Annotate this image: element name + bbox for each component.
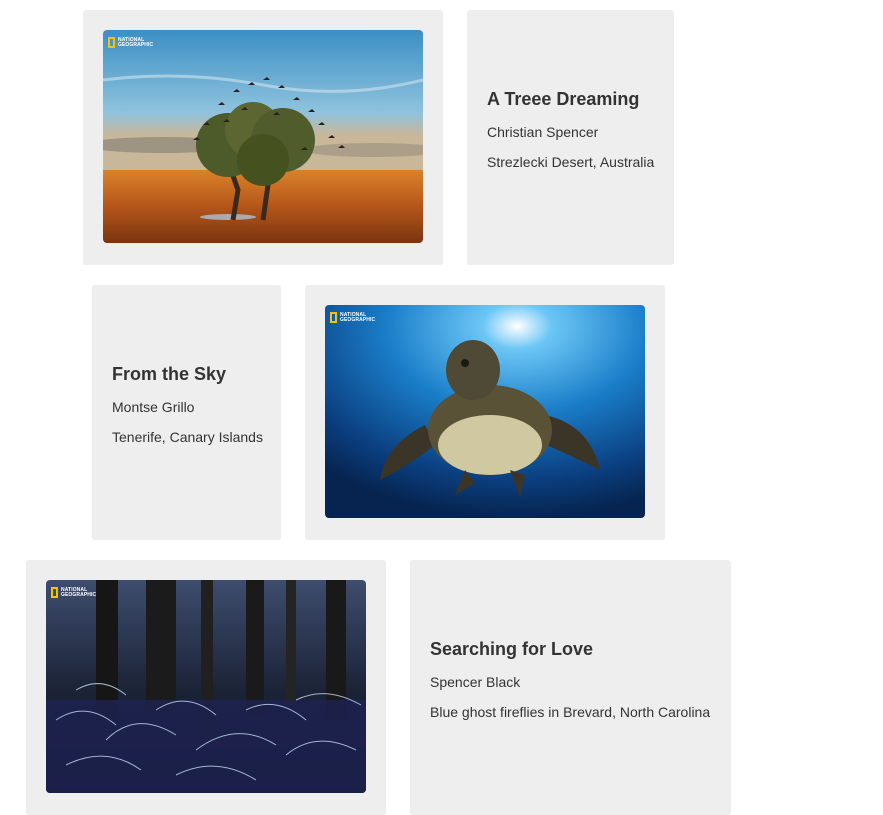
logo-line2: GEOGRAPHIC [61,591,97,598]
card-photographer: Montse Grillo [112,399,195,415]
tree-photo-image [103,30,423,243]
natgeo-frame-icon [51,587,58,598]
natgeo-frame-icon [330,312,337,323]
natgeo-logo: NATIONAL GEOGRAPHIC [330,312,375,323]
natgeo-logo: NATIONAL GEOGRAPHIC [51,587,96,598]
photo-card-fireflies[interactable]: NATIONAL GEOGRAPHIC [26,560,386,815]
logo-line2: GEOGRAPHIC [340,316,376,323]
info-card-sky[interactable]: From the Sky Montse Grillo Tenerife, Can… [92,285,281,540]
photo-card-tree[interactable]: NATIONAL GEOGRAPHIC [83,10,443,265]
info-card-love[interactable]: Searching for Love Spencer Black Blue gh… [410,560,731,815]
card-title: From the Sky [112,364,227,384]
card-title: A Treee Dreaming [487,89,640,109]
info-card-tree[interactable]: A Treee Dreaming Christian Spencer Strez… [467,10,674,265]
card-location: Tenerife, Canary Islands [112,429,263,445]
card-photographer: Christian Spencer [487,124,599,140]
card-location: Blue ghost fireflies in Brevard, North C… [430,704,711,720]
tree-photo[interactable]: NATIONAL GEOGRAPHIC [103,30,423,243]
natgeo-frame-icon [108,37,115,48]
turtle-photo-image [325,305,645,518]
fireflies-photo[interactable]: NATIONAL GEOGRAPHIC [46,580,366,793]
natgeo-logo: NATIONAL GEOGRAPHIC [108,37,153,48]
fireflies-photo-image [46,580,366,793]
card-title: Searching for Love [430,639,594,659]
card-location: Strezlecki Desert, Australia [487,154,655,170]
turtle-photo[interactable]: NATIONAL GEOGRAPHIC [325,305,645,518]
logo-line2: GEOGRAPHIC [118,41,154,48]
card-photographer: Spencer Black [430,674,521,690]
photo-card-turtle[interactable]: NATIONAL GEOGRAPHIC [305,285,665,540]
